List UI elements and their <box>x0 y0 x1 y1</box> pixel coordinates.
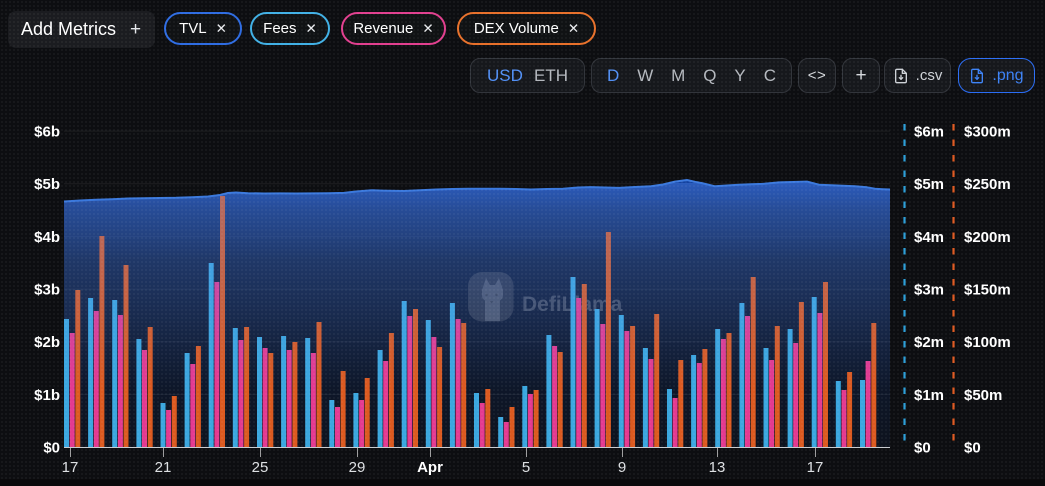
svg-text:29: 29 <box>349 459 366 476</box>
svg-text:17: 17 <box>807 459 824 476</box>
svg-text:$0: $0 <box>964 440 981 457</box>
svg-text:21: 21 <box>155 459 172 476</box>
svg-text:$300m: $300m <box>964 124 1011 141</box>
svg-text:$0: $0 <box>43 440 60 457</box>
svg-text:$1b: $1b <box>34 387 60 404</box>
svg-text:$0: $0 <box>914 440 931 457</box>
svg-text:13: 13 <box>709 459 726 476</box>
svg-text:$4b: $4b <box>34 229 60 246</box>
svg-text:$3m: $3m <box>914 282 944 299</box>
svg-text:$6m: $6m <box>914 124 944 141</box>
svg-text:$2b: $2b <box>34 334 60 351</box>
svg-text:5: 5 <box>522 459 530 476</box>
svg-text:$200m: $200m <box>964 229 1011 246</box>
svg-text:$5b: $5b <box>34 176 60 193</box>
svg-text:$250m: $250m <box>964 176 1011 193</box>
svg-text:$100m: $100m <box>964 334 1011 351</box>
svg-text:17: 17 <box>62 459 79 476</box>
svg-text:$150m: $150m <box>964 282 1011 299</box>
svg-text:$50m: $50m <box>964 387 1002 404</box>
svg-text:$2m: $2m <box>914 334 944 351</box>
svg-text:$5m: $5m <box>914 176 944 193</box>
svg-text:$6b: $6b <box>34 124 60 141</box>
svg-text:$1m: $1m <box>914 387 944 404</box>
svg-text:Apr: Apr <box>417 459 443 476</box>
svg-text:$4m: $4m <box>914 229 944 246</box>
svg-text:9: 9 <box>618 459 626 476</box>
svg-text:25: 25 <box>252 459 269 476</box>
svg-text:$3b: $3b <box>34 282 60 299</box>
